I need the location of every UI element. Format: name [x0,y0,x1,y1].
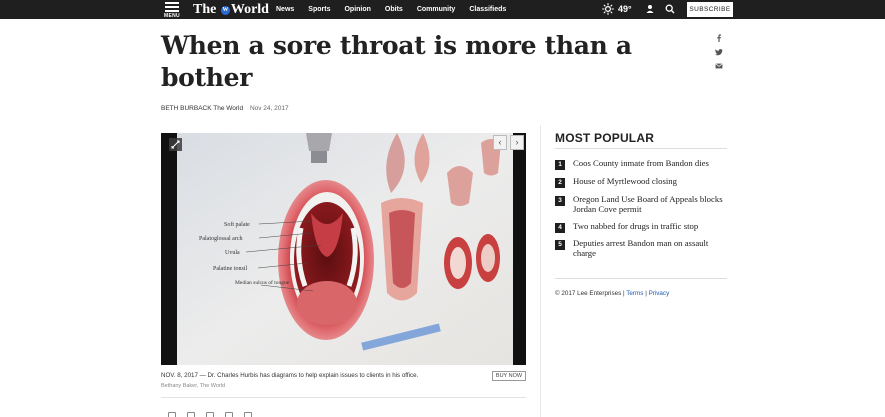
comment-icon[interactable] [244,412,252,417]
next-photo-button[interactable]: › [510,135,524,150]
twitter-icon[interactable] [187,412,195,417]
article-photo[interactable]: Soft palate Palatoglossal arch Uvula Pal… [161,133,526,365]
popular-story-link[interactable]: Two nabbed for drugs in traffic stop [573,221,698,233]
nav-obits[interactable]: Obits [385,0,403,19]
facebook-icon[interactable] [715,34,723,42]
list-item: 2 House of Myrtlewood closing [555,176,727,188]
top-nav-bar: MENU The W World News Sports Opinion Obit… [0,0,885,19]
expand-icon [171,140,180,149]
rank-badge: 5 [555,240,565,250]
print-icon[interactable] [225,412,233,417]
main-nav: News Sports Opinion Obits Community Clas… [276,0,520,19]
facebook-icon[interactable] [168,412,176,417]
column-divider [540,125,541,417]
popular-story-link[interactable]: Oregon Land Use Board of Appeals blocks … [573,194,727,214]
anatomy-label: Soft palate [224,221,250,228]
buy-now-button[interactable]: BUY NOW [492,371,526,381]
email-icon[interactable] [715,62,723,70]
nav-community[interactable]: Community [417,0,456,19]
sun-icon [602,3,614,15]
nav-opinion[interactable]: Opinion [344,0,370,19]
subscribe-button[interactable]: SUBSCRIBE [687,2,733,17]
menu-icon [165,2,179,4]
list-item: 3 Oregon Land Use Board of Appeals block… [555,194,727,214]
site-logo[interactable]: The W World [193,1,269,18]
bottom-share-bar [168,412,252,417]
rank-badge: 2 [555,178,565,188]
expand-photo-button[interactable] [169,138,182,151]
most-popular-title: MOST POPULAR [555,131,655,145]
privacy-link[interactable]: Privacy [649,290,670,297]
copyright: © 2017 Lee Enterprises [555,290,622,297]
article-headline: When a sore throat is more than a bother [161,31,632,92]
photo-credit: Bethany Baker, The World [161,383,225,389]
user-icon[interactable] [645,4,655,14]
nav-news[interactable]: News [276,0,294,19]
twitter-icon[interactable] [715,48,723,56]
list-item: 4 Two nabbed for drugs in traffic stop [555,221,727,233]
temperature: 49° [618,4,632,14]
email-icon[interactable] [206,412,214,417]
rank-badge: 1 [555,160,565,170]
rank-badge: 3 [555,196,565,206]
weather-widget[interactable]: 49° [602,3,632,15]
popular-story-link[interactable]: Coos County inmate from Bandon dies [573,158,709,170]
photo-caption: NOV. 8, 2017 — Dr. Charles Hurbis has di… [161,372,419,379]
sidebar-footer: © 2017 Lee Enterprises | Terms | Privacy [555,290,670,297]
divider [161,397,526,398]
divider [555,148,727,149]
nav-sports[interactable]: Sports [308,0,330,19]
menu-button[interactable]: MENU [161,1,183,19]
anatomy-label: Palatoglossal arch [199,236,243,242]
search-icon[interactable] [665,4,675,14]
list-item: 1 Coos County inmate from Bandon dies [555,158,727,170]
anatomy-label: Palatine tonsil [213,266,247,272]
divider [555,278,727,279]
nav-classifieds[interactable]: Classifieds [469,0,506,19]
publish-date: Nov 24, 2017 [249,105,289,112]
popular-story-link[interactable]: Deputies arrest Bandon man on assault ch… [573,238,727,258]
list-item: 5 Deputies arrest Bandon man on assault … [555,238,727,258]
anatomy-label: Uvula [225,250,240,256]
author[interactable]: BETH BURBACK The World [161,105,243,112]
byline: BETH BURBACK The World Nov 24, 2017 [161,105,289,112]
menu-label: MENU [164,13,180,19]
terms-link[interactable]: Terms [626,290,643,297]
share-rail [715,34,725,76]
previous-photo-button[interactable]: ‹ [493,135,507,150]
anatomy-poster-image: Soft palate Palatoglossal arch Uvula Pal… [161,133,526,365]
rank-badge: 4 [555,223,565,233]
popular-story-link[interactable]: House of Myrtlewood closing [573,176,677,188]
brand-mark: W [220,6,230,15]
